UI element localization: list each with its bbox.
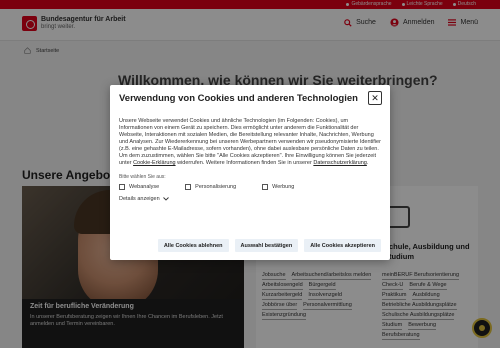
checkbox-box[interactable] <box>262 184 269 190</box>
cookie-dialog-text: Unsere Webseite verwendet Cookies und äh… <box>119 118 381 166</box>
accept-all-button[interactable]: Alle Cookies akzeptieren <box>304 239 381 252</box>
cookie-declaration-link[interactable]: Cookie-Erklärung <box>133 160 176 166</box>
checkbox-personalisierung[interactable]: Personalisierung <box>185 184 236 190</box>
choose-label: Bitte wählen Sie aus: <box>119 174 166 180</box>
close-button[interactable]: ✕ <box>368 91 382 105</box>
privacy-policy-link[interactable]: Datenschutzerklärung <box>313 160 367 166</box>
checkbox-werbung[interactable]: Werbung <box>262 184 294 190</box>
confirm-selection-button[interactable]: Auswahl bestätigen <box>234 239 299 252</box>
close-icon: ✕ <box>371 92 379 103</box>
cookie-dialog-title: Verwendung von Cookies und anderen Techn… <box>119 93 358 104</box>
cookie-dialog: Verwendung von Cookies und anderen Techn… <box>110 85 390 260</box>
cookie-buttons: Alle Cookies ablehnen Auswahl bestätigen… <box>157 239 381 252</box>
reject-all-button[interactable]: Alle Cookies ablehnen <box>157 239 229 252</box>
details-toggle[interactable]: Details anzeigen <box>119 196 381 202</box>
checkbox-webanalyse[interactable]: Webanalyse <box>119 184 159 190</box>
checkbox-box[interactable] <box>119 184 125 190</box>
chevron-down-icon <box>162 197 169 201</box>
checkbox-box[interactable] <box>185 184 192 190</box>
cookie-options: Webanalyse Personalisierung Werbung <box>119 184 381 190</box>
